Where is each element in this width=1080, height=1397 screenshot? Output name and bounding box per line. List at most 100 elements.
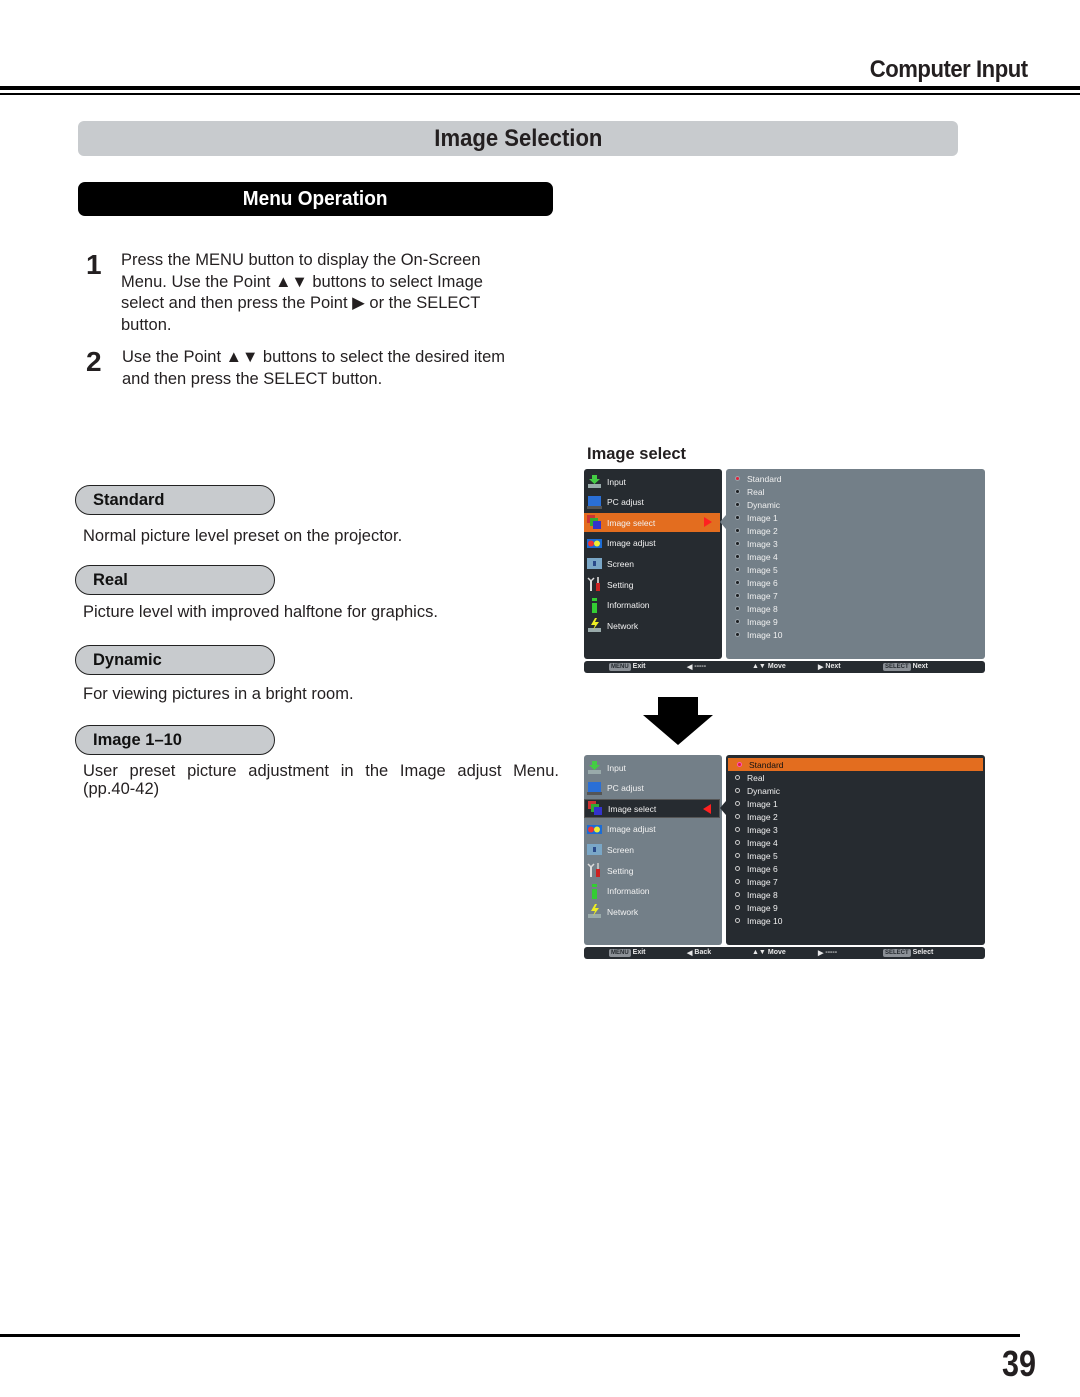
guide-key-icon: ▲▼ (752, 948, 766, 956)
osd-menu-item-label: Setting (607, 579, 634, 590)
osd-option-label: Image 2 (747, 525, 778, 536)
image-adjust-icon (587, 822, 602, 837)
network-icon (587, 904, 602, 919)
osd-menu-item-label: Image adjust (607, 538, 656, 549)
submenu-notch (720, 515, 726, 530)
setting-icon (587, 863, 602, 878)
osd-option-label: Image 7 (747, 876, 778, 887)
osd-option-image-9[interactable]: Image 9 (726, 615, 983, 628)
osd-option-label: Image 8 (747, 889, 778, 900)
osd-option-image-7[interactable]: Image 7 (726, 589, 983, 602)
osd-menu-item-label: Network (607, 906, 639, 917)
setting-icon (587, 577, 602, 592)
radio-icon (735, 840, 740, 845)
guide-key-icon: ▶ (818, 949, 824, 957)
osd-menu-item-label: Input (607, 476, 626, 487)
option-description-image-1-10: User preset picture adjustment in the Im… (83, 762, 559, 780)
menu-operation-banner: Menu Operation (78, 182, 553, 216)
header-rule-thick (0, 86, 1080, 90)
osd-guide-none: ◀ ----- (687, 663, 706, 671)
osd-menu-item-setting[interactable]: Setting (584, 575, 722, 594)
osd-menu-item-information[interactable]: Information (584, 882, 722, 901)
osd-menu-item-image-select[interactable]: Image select (584, 799, 720, 819)
header-rule-thin (0, 93, 1080, 95)
osd-menu-item-input[interactable]: Input (584, 758, 722, 777)
radio-icon (735, 567, 740, 572)
osd-guide-move: ▲▼ Move (752, 663, 786, 670)
osd-option-dynamic[interactable]: Dynamic (726, 498, 983, 511)
osd-option-image-8[interactable]: Image 8 (726, 602, 983, 615)
osd-option-image-4[interactable]: Image 4 (726, 550, 983, 563)
guide-label: Next (825, 663, 841, 670)
guide-label: Next (912, 663, 928, 670)
osd-option-real[interactable]: Real (726, 485, 983, 498)
osd-menu-item-screen[interactable]: Screen (584, 554, 722, 573)
radio-selected-icon (737, 762, 742, 767)
osd-option-image-5[interactable]: Image 5 (726, 563, 983, 576)
radio-icon (735, 827, 740, 832)
guide-key-icon: ▶ (818, 663, 824, 671)
section-title: Image Selection (433, 124, 603, 152)
guide-key-icon: ◀ (687, 663, 693, 671)
osd-guide-exit: MENU Exit (609, 662, 646, 671)
osd-option-image-10[interactable]: Image 10 (726, 914, 983, 927)
osd-menu-item-image-adjust[interactable]: Image adjust (584, 820, 722, 839)
osd-option-image-5[interactable]: Image 5 (726, 849, 983, 862)
guide-key-icon: SELECT (883, 662, 911, 671)
osd-option-standard[interactable]: Standard (728, 758, 983, 771)
osd-option-standard[interactable]: Standard (726, 472, 983, 485)
osd-option-image-7[interactable]: Image 7 (726, 875, 983, 888)
radio-icon (735, 814, 740, 819)
guide-key-icon: MENU (609, 948, 631, 957)
osd-screen-submenu: Input PC adjust Image select Image adjust Sc… (584, 755, 985, 960)
osd-option-label: Standard (749, 759, 784, 770)
osd-menu-item-label: Image adjust (607, 824, 656, 835)
step-line: and then press the SELECT button. (122, 369, 383, 388)
osd-option-image-6[interactable]: Image 6 (726, 576, 983, 589)
osd-menu-item-input[interactable]: Input (584, 472, 722, 491)
osd-menu-item-image-adjust[interactable]: Image adjust (584, 534, 722, 553)
osd-option-image-10[interactable]: Image 10 (726, 628, 983, 641)
osd-menu-item-screen[interactable]: Screen (584, 840, 722, 859)
information-icon (587, 883, 602, 899)
subsection-title: Menu Operation (243, 187, 388, 210)
osd-option-image-8[interactable]: Image 8 (726, 888, 983, 901)
osd-guide-select: SELECT Select (883, 948, 933, 957)
image-select-icon (588, 801, 603, 816)
osd-menu-item-label: Setting (607, 865, 634, 876)
guide-label: ----- (825, 949, 838, 956)
guide-label: Back (694, 949, 712, 956)
pc-adjust-icon (587, 781, 602, 796)
osd-menu-item-pc-adjust[interactable]: PC adjust (584, 493, 722, 512)
osd-menu-item-pc-adjust[interactable]: PC adjust (584, 779, 722, 798)
osd-option-real[interactable]: Real (726, 771, 983, 784)
osd-option-image-1[interactable]: Image 1 (726, 797, 983, 810)
osd-option-image-4[interactable]: Image 4 (726, 836, 983, 849)
osd-option-dynamic[interactable]: Dynamic (726, 784, 983, 797)
osd-menu-item-network[interactable]: Network (584, 902, 722, 921)
osd-option-image-3[interactable]: Image 3 (726, 823, 983, 836)
osd-option-image-3[interactable]: Image 3 (726, 537, 983, 550)
osd-menu-item-setting[interactable]: Setting (584, 861, 722, 880)
down-arrow-icon (643, 697, 713, 750)
step-line: Press the MENU button to display the On-… (121, 251, 481, 269)
osd-option-label: Image 4 (747, 551, 778, 562)
osd-menu-item-information[interactable]: Information (584, 596, 722, 615)
osd-option-image-2[interactable]: Image 2 (726, 524, 983, 537)
radio-icon (735, 580, 740, 585)
radio-icon (735, 541, 740, 546)
radio-icon (735, 502, 740, 507)
osd-option-image-9[interactable]: Image 9 (726, 901, 983, 914)
osd-option-image-2[interactable]: Image 2 (726, 810, 983, 823)
osd-menu-item-image-select[interactable]: Image select (584, 513, 720, 533)
pointer-right-icon (704, 517, 712, 528)
option-label-text: Dynamic (93, 650, 162, 669)
osd-option-image-6[interactable]: Image 6 (726, 862, 983, 875)
option-description-dynamic: For viewing pictures in a bright room. (83, 685, 354, 703)
radio-selected-icon (735, 476, 740, 481)
osd-guide-exit: MENU Exit (609, 948, 646, 957)
osd-menu-item-network[interactable]: Network (584, 616, 722, 635)
pc-adjust-icon (587, 495, 602, 510)
osd-guide-none: ▶ ----- (818, 949, 837, 957)
osd-option-image-1[interactable]: Image 1 (726, 511, 983, 524)
